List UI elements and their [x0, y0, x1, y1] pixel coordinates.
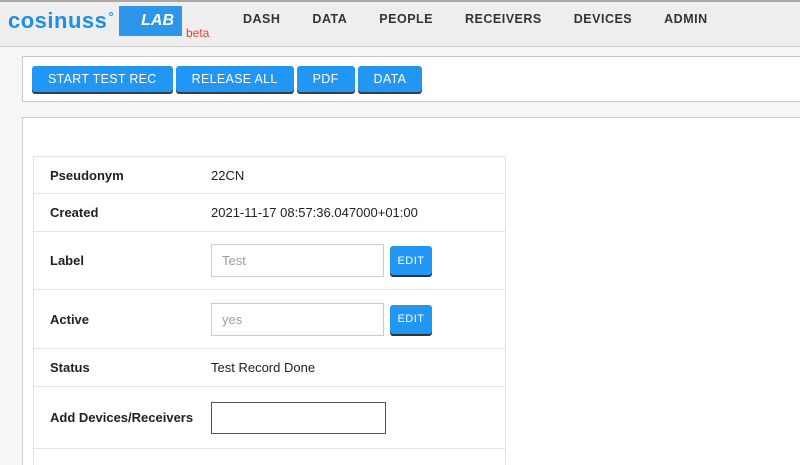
pseudonym-label: Pseudonym	[34, 168, 211, 183]
add-devices-label: Add Devices/Receivers	[34, 410, 211, 425]
brand-degree-symbol: °	[108, 9, 114, 24]
nav-links: DASH DATA PEOPLE RECEIVERS DEVICES ADMIN	[243, 2, 708, 36]
brand-text: cosinuss	[8, 8, 107, 33]
label-input[interactable]	[211, 244, 384, 277]
nav-item-people[interactable]: PEOPLE	[379, 12, 433, 26]
active-field-label: Active	[34, 312, 211, 327]
active-input[interactable]	[211, 303, 384, 336]
add-devices-input[interactable]	[211, 402, 386, 434]
status-value: Test Record Done	[211, 360, 315, 375]
nav-item-devices[interactable]: DEVICES	[574, 12, 632, 26]
lab-badge[interactable]: LAB	[119, 6, 182, 36]
created-label: Created	[34, 205, 211, 220]
release-all-button[interactable]: RELEASE ALL	[176, 66, 294, 92]
label-field-controls: EDIT	[211, 244, 432, 277]
table-row-created: Created 2021-11-17 08:57:36.047000+01:00	[34, 194, 505, 232]
table-row-cutoff	[34, 449, 505, 465]
table-row-status: Status Test Record Done	[34, 349, 505, 387]
active-edit-button[interactable]: EDIT	[390, 305, 432, 334]
status-label: Status	[34, 360, 211, 375]
action-toolbar: START TEST REC RELEASE ALL PDF DATA	[22, 56, 800, 102]
cosinuss-logo[interactable]: cosinuss°	[8, 8, 113, 34]
data-button[interactable]: DATA	[358, 66, 423, 92]
add-devices-controls	[211, 402, 386, 434]
pdf-button[interactable]: PDF	[297, 66, 355, 92]
created-value: 2021-11-17 08:57:36.047000+01:00	[211, 205, 418, 220]
nav-item-admin[interactable]: ADMIN	[664, 12, 707, 26]
nav-item-data[interactable]: DATA	[312, 12, 347, 26]
table-row-pseudonym: Pseudonym 22CN	[34, 157, 505, 194]
record-detail-table: Pseudonym 22CN Created 2021-11-17 08:57:…	[33, 156, 506, 465]
app-screen: cosinuss° LAB beta DASH DATA PEOPLE RECE…	[0, 0, 800, 465]
nav-item-dash[interactable]: DASH	[243, 12, 280, 26]
label-edit-button[interactable]: EDIT	[390, 246, 432, 275]
table-row-label: Label EDIT	[34, 232, 505, 290]
top-navbar: cosinuss° LAB beta DASH DATA PEOPLE RECE…	[0, 0, 800, 47]
label-field-label: Label	[34, 253, 211, 268]
pseudonym-value: 22CN	[211, 168, 244, 183]
nav-item-receivers[interactable]: RECEIVERS	[465, 12, 542, 26]
table-row-add-devices: Add Devices/Receivers	[34, 387, 505, 449]
table-row-active: Active EDIT	[34, 290, 505, 349]
beta-label: beta	[186, 26, 209, 40]
active-field-controls: EDIT	[211, 303, 432, 336]
content-panel: Pseudonym 22CN Created 2021-11-17 08:57:…	[22, 117, 800, 465]
start-test-rec-button[interactable]: START TEST REC	[32, 66, 173, 92]
